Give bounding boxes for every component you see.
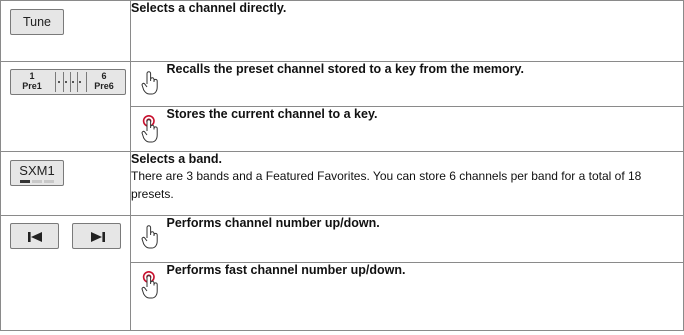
preset-6-label: Pre6	[94, 81, 114, 91]
preset-key-cell: 1 Pre1 6 Pre6	[0, 61, 131, 152]
band-description-cell: Selects a band. There are 3 bands and a …	[130, 151, 684, 216]
preset-6-number: 6	[101, 71, 107, 81]
function-reference-table-page: Tune Selects a channel directly. 1 Pre1 …	[0, 0, 684, 335]
band-indicator-1	[20, 180, 30, 183]
channel-touch-row: Performs channel number up/down.	[0, 215, 684, 331]
band-indicator-3	[44, 180, 54, 183]
preset-hold-icon-cell	[130, 106, 167, 152]
band-row: SXM1 Selects a band. There are 3 bands a…	[0, 151, 684, 216]
preset-hold-action: Stores the current channel to a key.	[166, 107, 378, 121]
previous-channel-button[interactable]	[10, 223, 59, 249]
band-button[interactable]: SXM1	[10, 160, 64, 186]
channel-key-cell	[0, 215, 131, 331]
touch-and-hold-finger-icon	[141, 271, 158, 299]
channel-hold-icon-cell	[130, 262, 167, 331]
preset-touch-icon-cell	[130, 61, 167, 107]
tune-description-cell: Selects a channel directly.	[130, 0, 684, 62]
tap-finger-icon	[141, 225, 158, 249]
preset-touch-action: Recalls the preset channel stored to a k…	[166, 62, 525, 76]
band-indicator	[20, 180, 56, 198]
preset-key-strip[interactable]: 1 Pre1 6 Pre6	[10, 69, 126, 95]
tune-key-cell: Tune	[0, 0, 131, 62]
tune-description: Selects a channel directly.	[131, 1, 287, 15]
preset-1-label: Pre1	[22, 81, 42, 91]
next-channel-button[interactable]	[72, 223, 121, 249]
tune-button[interactable]: Tune	[10, 9, 64, 35]
channel-touch-text-cell: Performs channel number up/down.	[166, 215, 684, 263]
band-key-cell: SXM1	[0, 151, 131, 216]
function-reference-table: Tune Selects a channel directly. 1 Pre1 …	[0, 0, 684, 331]
touch-and-hold-finger-icon	[141, 115, 158, 143]
skip-next-icon	[91, 232, 105, 242]
channel-touch-action: Performs channel number up/down.	[166, 216, 380, 230]
channel-touch-icon-cell	[130, 215, 167, 263]
preset-1-key[interactable]: 1 Pre1	[17, 71, 47, 91]
preset-touch-text-cell: Recalls the preset channel stored to a k…	[166, 61, 684, 107]
preset-hold-text-cell: Stores the current channel to a key.	[166, 106, 684, 152]
skip-previous-icon	[28, 232, 42, 242]
channel-hold-action: Performs fast channel number up/down.	[166, 263, 406, 277]
band-description: Selects a band.	[131, 152, 223, 166]
band-indicator-2	[32, 180, 42, 183]
channel-hold-text-cell: Performs fast channel number up/down.	[166, 262, 684, 331]
preset-6-key[interactable]: 6 Pre6	[87, 71, 121, 91]
tune-row: Tune Selects a channel directly.	[0, 0, 684, 62]
band-detail: There are 3 bands and a Featured Favorit…	[131, 169, 642, 201]
preset-1-number: 1	[29, 71, 35, 81]
band-button-label: SXM1	[19, 163, 55, 178]
preset-touch-row: 1 Pre1 6 Pre6 Recalls the preset channel…	[0, 61, 684, 152]
tap-finger-icon	[141, 71, 158, 95]
preset-keys-2-to-5[interactable]	[55, 72, 87, 92]
